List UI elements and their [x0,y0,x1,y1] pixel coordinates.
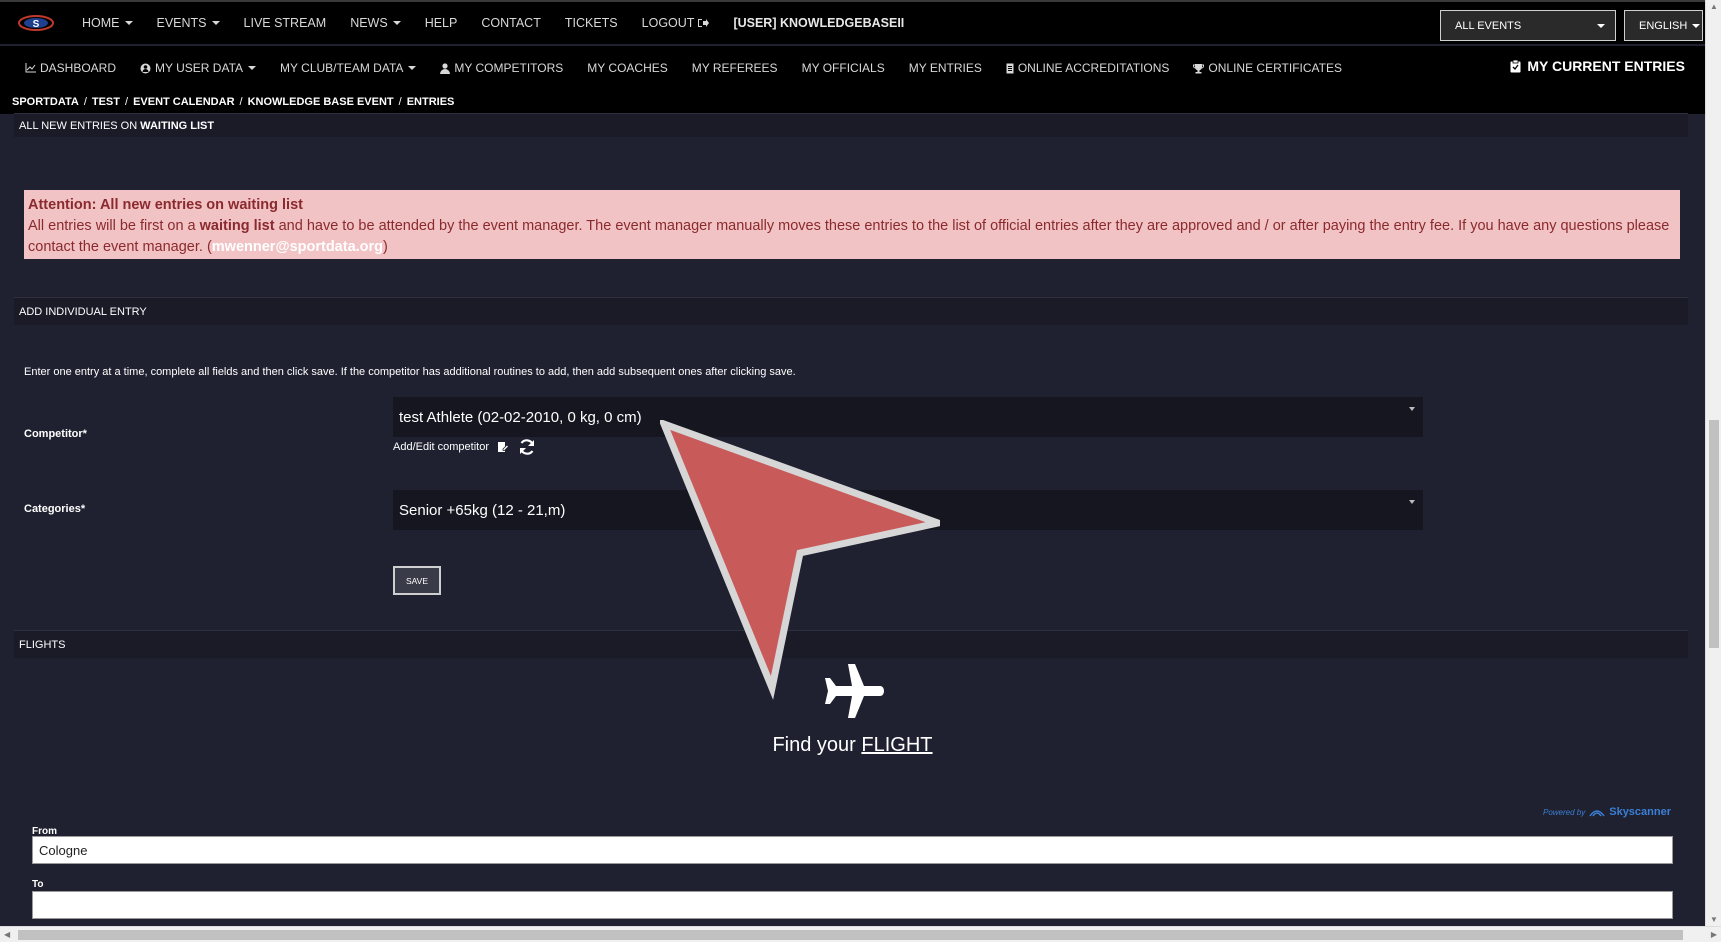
competitor-label: Competitor* [24,428,87,440]
nav-home[interactable]: HOME [82,16,133,30]
nav-tickets[interactable]: TICKETS [565,16,618,30]
chevron-down-icon [248,66,257,70]
vertical-scroll-thumb[interactable] [1709,420,1719,648]
my-current-entries-link[interactable]: MY CURRENT ENTRIES [1510,58,1685,74]
breadcrumb-test[interactable]: TEST [92,96,120,108]
chevron-down-icon [1409,407,1415,411]
scroll-left-icon[interactable]: ◀ [4,930,10,939]
skyscanner-logo-icon [1589,809,1605,816]
breadcrumb-event-calendar[interactable]: EVENT CALENDAR [133,96,234,108]
add-edit-competitor-label: Add/Edit competitor [393,441,489,453]
refresh-icon[interactable] [517,437,537,457]
find-flight-text: Find your FLIGHT [772,734,933,756]
subnav-my-referees[interactable]: MY REFEREES [692,61,778,75]
event-manager-email-link[interactable]: mwenner@sportdata.org [212,239,383,255]
chevron-down-icon [1692,23,1701,28]
user-circle-icon [140,63,151,73]
breadcrumb-sportdata[interactable]: SPORTDATA [12,96,79,108]
waiting-list-alert: Attention: All new entries on waiting li… [24,190,1680,259]
find-flight-link[interactable]: FLIGHT [861,734,932,756]
subnav-dashboard[interactable]: DASHBOARD [25,61,116,75]
events-select-value: ALL EVENTS [1455,19,1522,32]
from-input[interactable] [32,836,1673,864]
breadcrumb: SPORTDATA / TEST / EVENT CALENDAR / KNOWLED… [0,90,1705,114]
nav-news[interactable]: NEWS [350,16,401,30]
language-select-value: ENGLISH [1639,19,1688,32]
user-navbar: DASHBOARD MY USER DATA MY CLUB/TEAM DATA… [0,46,1705,90]
subnav-online-accreditations[interactable]: ONLINE ACCREDITATIONS [1006,61,1169,75]
subnav-my-competitors[interactable]: MY COMPETITORS [440,61,563,75]
vertical-scrollbar[interactable]: ▲ ▼ [1705,0,1721,926]
alert-title: Attention: All new entries on waiting li… [28,197,303,213]
add-individual-entry-header: ADD INDIVIDUAL ENTRY [14,297,1688,325]
svg-text:S: S [33,19,40,30]
chevron-down-icon [124,21,133,25]
breadcrumb-knowledge-base-event[interactable]: KNOWLEDGE BASE EVENT [248,96,394,108]
subnav-my-officials[interactable]: MY OFFICIALS [802,61,885,75]
chevron-down-icon [392,21,401,25]
subnav-my-user-data[interactable]: MY USER DATA [140,61,257,75]
id-badge-icon [1006,63,1014,73]
to-input[interactable] [32,891,1673,919]
edit-icon[interactable] [497,441,509,453]
chevron-down-icon [211,21,220,25]
breadcrumb-entries: ENTRIES [406,96,455,108]
waiting-list-header: ALL NEW ENTRIES ON WAITING LIST [14,113,1688,137]
subnav-online-certificates[interactable]: ONLINE CERTIFICATES [1193,61,1342,75]
cursor-pointer-icon [660,420,940,700]
user-icon [440,62,451,74]
nav-help[interactable]: HELP [425,16,458,30]
chevron-down-icon [1597,23,1605,28]
add-entry-intro: Enter one entry at a time, complete all … [24,366,796,378]
chart-icon [25,63,36,73]
competitor-select-value: test Athlete (02-02-2010, 0 kg, 0 cm) [399,408,642,426]
scroll-up-icon[interactable]: ▲ [1710,2,1718,11]
skyscanner-credit[interactable]: Powered by Skyscanner [1543,806,1671,818]
logout-icon [698,19,710,27]
chevron-down-icon [1409,500,1415,504]
nav-contact[interactable]: CONTACT [481,16,541,30]
clipboard-check-icon [1510,59,1521,72]
scroll-down-icon[interactable]: ▼ [1710,915,1718,924]
trophy-icon [1193,63,1205,73]
user-name[interactable]: [USER] KNOWLEDGEBASEII [733,16,904,30]
events-select[interactable]: ALL EVENTS [1440,10,1616,41]
subnav-my-coaches[interactable]: MY COACHES [587,61,667,75]
scroll-right-icon[interactable]: ▶ [1711,930,1717,939]
chevron-down-icon [408,66,417,70]
horizontal-scrollbar[interactable]: ◀ ▶ [0,926,1721,942]
categories-select-value: Senior +65kg (12 - 21,m) [399,501,566,519]
add-edit-competitor: Add/Edit competitor [393,437,537,457]
categories-label: Categories* [24,503,86,515]
language-select[interactable]: ENGLISH [1624,10,1703,41]
alert-body: All entries will be first on a waiting l… [28,218,1670,255]
save-button[interactable]: SAVE [393,566,441,595]
nav-live-stream[interactable]: LIVE STREAM [244,16,327,30]
subnav-my-entries[interactable]: MY ENTRIES [909,61,982,75]
sportdata-logo[interactable]: S [16,10,56,36]
nav-logout[interactable]: LOGOUT [642,16,710,30]
nav-events[interactable]: EVENTS [157,16,220,30]
subnav-my-club-team-data[interactable]: MY CLUB/TEAM DATA [280,61,417,75]
to-label: To [32,879,44,890]
horizontal-scroll-thumb[interactable] [18,930,1683,940]
